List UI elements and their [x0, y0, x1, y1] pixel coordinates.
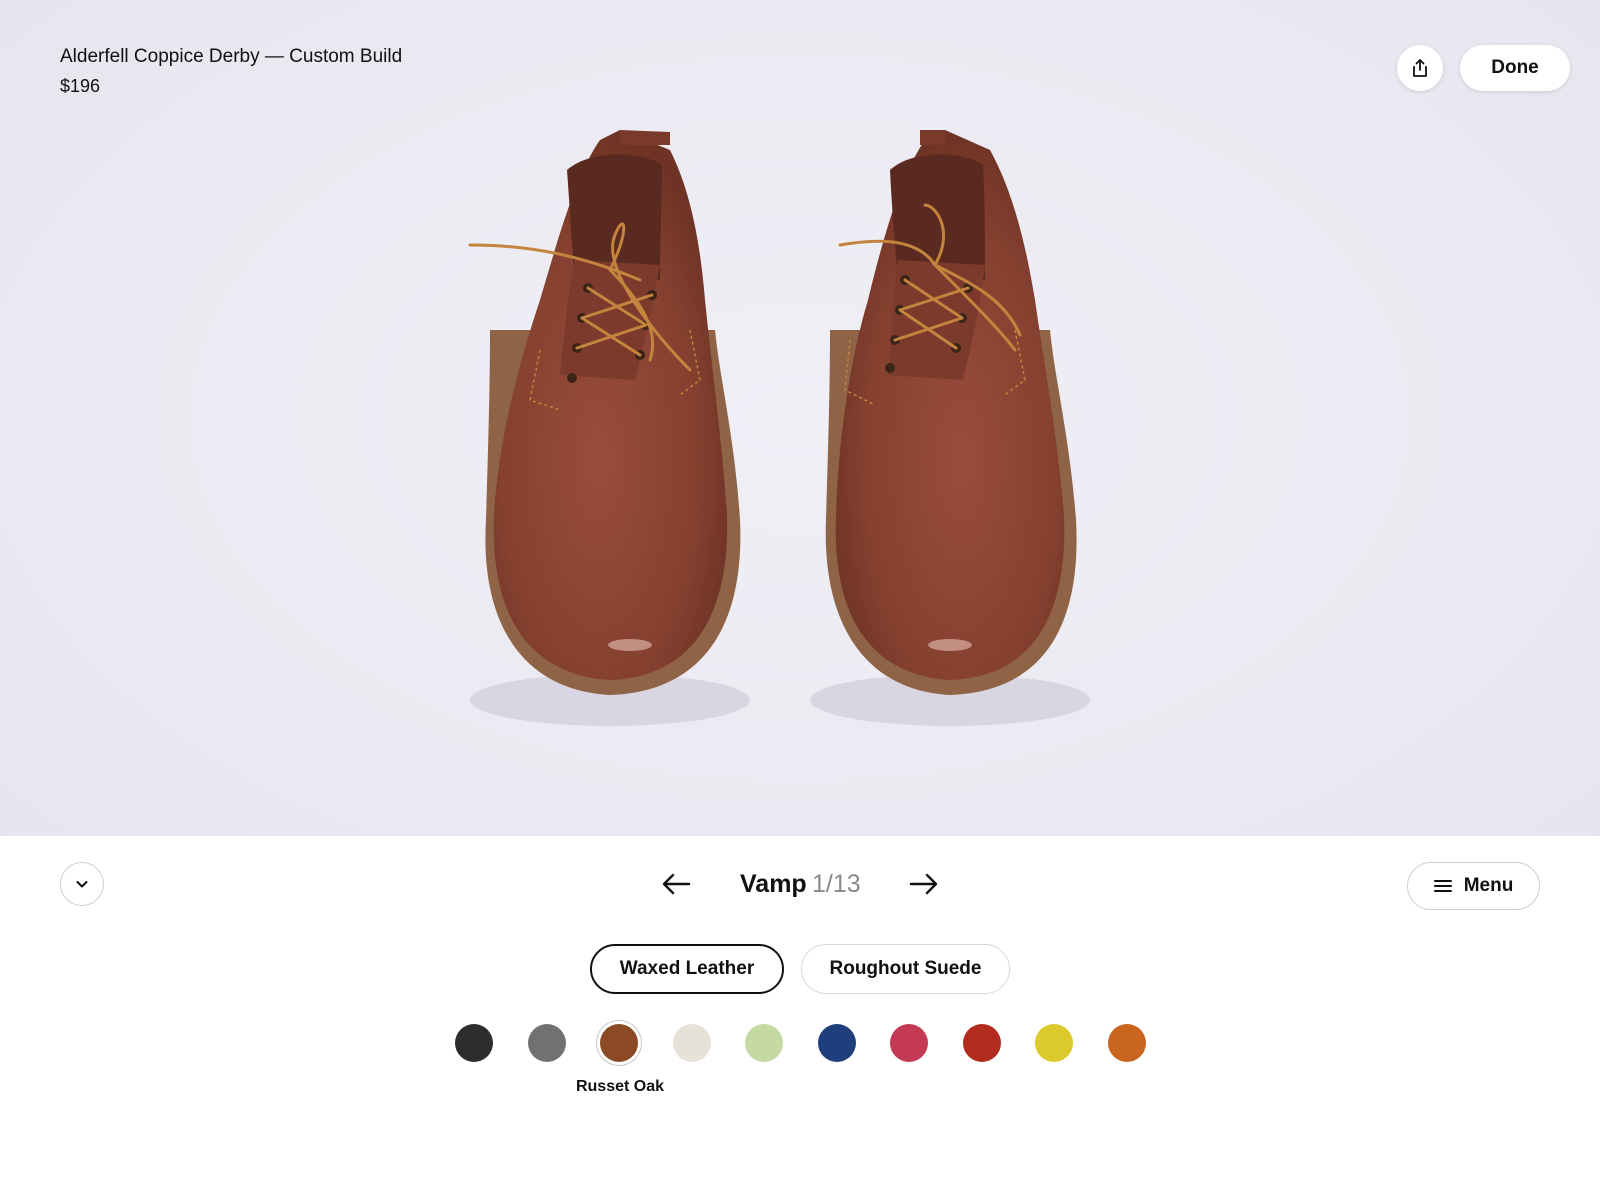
arrow-right-icon: [909, 873, 938, 895]
color-swatch[interactable]: [527, 1024, 566, 1062]
menu-button[interactable]: Menu: [1407, 862, 1540, 910]
previous-step-button[interactable]: [656, 866, 696, 902]
tab-roughout-suede[interactable]: Roughout Suede: [801, 944, 1010, 994]
step-label: Vamp: [740, 870, 807, 898]
color-swatch[interactable]: [1035, 1024, 1073, 1062]
shoe-pair-image: [468, 130, 1090, 726]
color-swatch[interactable]: [1107, 1024, 1146, 1062]
color-swatch[interactable]: [455, 1024, 493, 1062]
share-icon: [1413, 59, 1427, 77]
color-swatch[interactable]: [600, 1024, 638, 1062]
product-title: Alderfell Coppice Derby — Custom Build: [60, 46, 403, 67]
selected-color-name: Russet Oak: [575, 1078, 665, 1095]
done-button[interactable]: Done: [1460, 45, 1570, 91]
hamburger-icon: [1433, 880, 1452, 892]
arrow-left-icon: [662, 873, 691, 895]
left-shoe: [468, 130, 741, 695]
color-swatch[interactable]: [817, 1024, 856, 1062]
tab-waxed-leather[interactable]: Waxed Leather: [590, 944, 784, 994]
chevron-down-icon: [76, 881, 88, 888]
collapse-button[interactable]: [60, 862, 104, 906]
right-shoe: [825, 130, 1077, 695]
color-swatch[interactable]: [890, 1024, 928, 1062]
next-step-button[interactable]: [904, 866, 944, 902]
step-count: 1/13: [812, 870, 861, 898]
color-swatch[interactable]: [745, 1024, 783, 1062]
color-swatch[interactable]: [672, 1024, 711, 1062]
product-image: Alderfell Coppice Derby — Custom Build $…: [0, 0, 1600, 836]
share-button[interactable]: [1397, 45, 1443, 91]
color-swatch[interactable]: [962, 1024, 1001, 1062]
menu-label: Menu: [1463, 875, 1514, 896]
product-price: $196: [60, 76, 101, 96]
